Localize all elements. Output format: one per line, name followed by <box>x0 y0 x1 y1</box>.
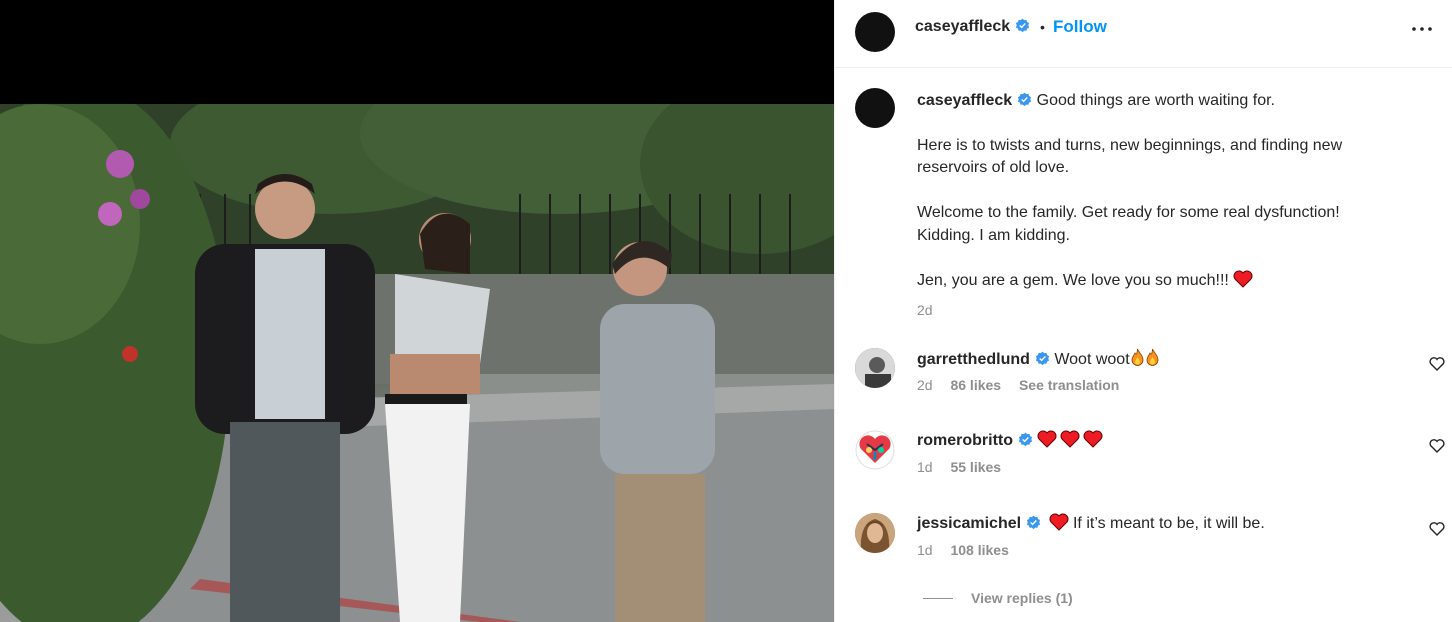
caption-avatar[interactable] <box>855 88 895 128</box>
verified-badge-icon <box>1035 351 1049 366</box>
like-heart-icon[interactable] <box>1429 357 1445 371</box>
caption-line-1: Good things are worth waiting for. <box>1036 92 1275 109</box>
author-avatar[interactable] <box>855 12 895 52</box>
like-heart-icon[interactable] <box>1429 522 1445 536</box>
fire-icon <box>1146 348 1159 366</box>
post-side-panel: caseyaffleck • Follow caseyaffleck Good … <box>834 0 1452 622</box>
comment-likes[interactable]: 55 likes <box>950 459 1001 475</box>
comment-item: romerobritto 1d 55 likes <box>855 430 1445 490</box>
heart-icon <box>1060 430 1080 448</box>
avatar-image <box>855 348 895 388</box>
post-caption: caseyaffleck Good things are worth waiti… <box>855 88 1435 321</box>
comment-time[interactable]: 1d <box>917 459 933 475</box>
avatar-image <box>855 430 895 470</box>
see-translation-button[interactable]: See translation <box>1019 377 1119 393</box>
comment-time[interactable]: 1d <box>917 542 933 558</box>
separator-dot: • <box>1040 19 1045 35</box>
commenter-avatar[interactable] <box>855 513 895 553</box>
heart-icon <box>1037 430 1057 448</box>
post-photo[interactable] <box>0 104 834 622</box>
follow-button[interactable]: Follow <box>1053 17 1107 37</box>
commenter-avatar[interactable] <box>855 348 895 388</box>
comment-item: jessicamichel If it’s meant to be, it wi… <box>855 513 1445 573</box>
caption-paragraph-4: Jen, you are a gem. We love you so much!… <box>917 271 1229 289</box>
comment-likes[interactable]: 86 likes <box>950 377 1001 393</box>
caption-paragraph-3: Welcome to the family. Get ready for som… <box>917 204 1340 244</box>
heart-icon <box>1233 270 1253 288</box>
heart-icon <box>1049 513 1069 531</box>
comment-text: Woot woot <box>1054 351 1130 368</box>
avatar-image <box>855 513 895 553</box>
commenter-username[interactable]: romerobritto <box>917 432 1013 449</box>
verified-badge-icon <box>1027 515 1041 530</box>
like-heart-icon[interactable] <box>1429 439 1445 453</box>
view-replies-label: View replies (1) <box>971 590 1073 606</box>
post-media[interactable] <box>0 0 834 622</box>
comment-time[interactable]: 2d <box>917 377 933 393</box>
verified-badge-icon <box>1018 432 1033 447</box>
photo-illustration <box>0 104 834 622</box>
caption-username[interactable]: caseyaffleck <box>917 92 1012 109</box>
comment-likes[interactable]: 108 likes <box>950 542 1008 558</box>
verified-badge-icon <box>1016 18 1030 33</box>
heart-icon <box>1083 430 1103 448</box>
comment-text: If it’s meant to be, it will be. <box>1072 515 1265 532</box>
commenter-username[interactable]: jessicamichel <box>917 515 1021 532</box>
author-username[interactable]: caseyaffleck <box>915 18 1030 36</box>
instagram-post: caseyaffleck • Follow caseyaffleck Good … <box>0 0 1452 622</box>
replies-divider <box>923 598 953 599</box>
commenter-avatar[interactable] <box>855 430 895 470</box>
caption-time[interactable]: 2d <box>917 299 1435 322</box>
commenter-username[interactable]: garretthedlund <box>917 351 1030 368</box>
post-header: caseyaffleck • Follow <box>835 0 1452 68</box>
view-replies-button[interactable]: View replies (1) <box>923 590 1073 606</box>
comment-item: garretthedlund Woot woot 2d 86 likes See… <box>855 348 1445 408</box>
caption-paragraph-2: Here is to twists and turns, new beginni… <box>917 136 1343 177</box>
more-options-icon[interactable] <box>1410 22 1434 36</box>
fire-icon <box>1131 348 1144 366</box>
verified-badge-icon <box>1018 92 1032 107</box>
